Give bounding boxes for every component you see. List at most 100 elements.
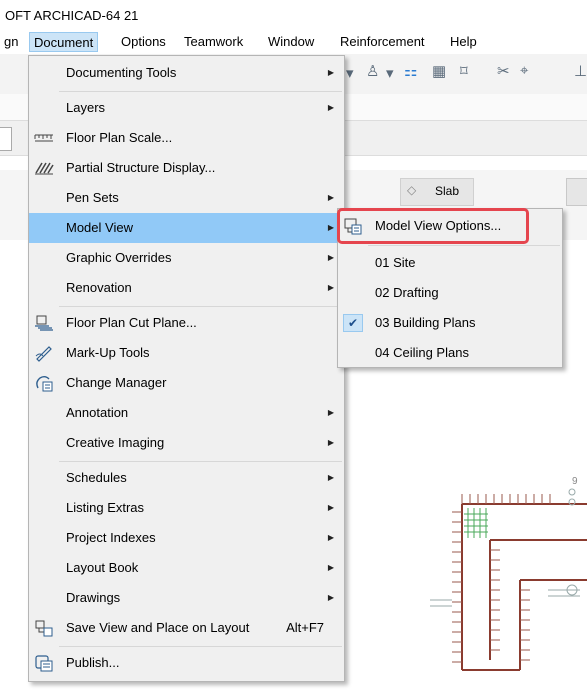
menu-item-partial-structure-display[interactable]: Partial Structure Display... (29, 153, 344, 183)
magic-wand-icon[interactable]: ⌖ (520, 62, 528, 79)
menu-item-publish[interactable]: Publish... (29, 648, 344, 678)
menu-item-renovation[interactable]: Renovation ▶ (29, 273, 344, 303)
menu-item-label: Renovation (66, 280, 132, 295)
menu-item-01-site[interactable]: 01 Site (338, 248, 562, 278)
menu-item-label: 04 Ceiling Plans (375, 345, 469, 360)
menu-item-label: Pen Sets (66, 190, 119, 205)
submenu-arrow-icon: ▶ (327, 503, 334, 512)
menu-item-save-view-and-place-on-layout[interactable]: Save View and Place on Layout Alt+F7 (29, 613, 344, 643)
markup-icon (34, 344, 54, 362)
menu-separator (59, 646, 342, 647)
tool-button[interactable] (566, 178, 587, 206)
cut-plane-icon (34, 314, 54, 332)
submenu-arrow-icon: ▶ (327, 253, 334, 262)
submenu-arrow-icon: ▶ (327, 103, 334, 112)
menu-item-label: 03 Building Plans (375, 315, 476, 330)
menu-item-label: Layout Book (66, 560, 139, 575)
menu-item-label: Listing Extras (66, 500, 145, 515)
menu-item-schedules[interactable]: Schedules ▶ (29, 463, 344, 493)
grid-number-icon[interactable]: ▦ (432, 62, 446, 80)
scissors-icon[interactable]: ✂ (497, 62, 510, 80)
publish-icon (34, 654, 54, 672)
menu-item-layers[interactable]: Layers ▶ (29, 93, 344, 123)
change-manager-icon (34, 374, 54, 392)
slab-label: Slab (435, 184, 460, 198)
menu-item-label: Floor Plan Scale... (66, 130, 173, 145)
menu-item-label: Floor Plan Cut Plane... (66, 315, 197, 330)
ruler-icon[interactable]: ⊥ (574, 62, 587, 80)
menu-item-04-ceiling-plans[interactable]: 04 Ceiling Plans (338, 338, 562, 368)
menu-item-mark-up-tools[interactable]: Mark-Up Tools (29, 338, 344, 368)
partial-structure-icon (34, 159, 54, 177)
menu-separator (59, 91, 342, 92)
highlight-callout-box (337, 208, 529, 244)
menu-item-listing-extras[interactable]: Listing Extras ▶ (29, 493, 344, 523)
menu-item-label: Save View and Place on Layout (66, 620, 250, 635)
menu-item-shortcut: Alt+F7 (286, 620, 324, 635)
menu-item-label: Annotation (66, 405, 129, 420)
submenu-arrow-icon: ▶ (327, 68, 334, 77)
menu-item-label: Change Manager (66, 375, 167, 390)
dropdown-arrow-icon[interactable]: ▾ (346, 64, 354, 82)
menubar-item-design[interactable]: gn (0, 32, 22, 52)
menubar-item-document[interactable]: Document (29, 32, 99, 52)
menu-item-label: Documenting Tools (66, 65, 177, 80)
tab-handle[interactable] (0, 127, 12, 151)
slab-tool-button[interactable]: ◇ Slab (400, 178, 474, 206)
submenu-arrow-icon: ▶ (327, 438, 334, 447)
dropdown-arrow-icon[interactable]: ▾ (386, 64, 394, 82)
menu-item-label: Graphic Overrides (66, 250, 172, 265)
menu-item-02-drafting[interactable]: 02 Drafting (338, 278, 562, 308)
layer-snap-icon[interactable]: ⚏ (404, 62, 417, 80)
menubar-item-reinforcement[interactable]: Reinforcement (336, 32, 429, 52)
menubar-item-options[interactable]: Options (117, 32, 170, 52)
menu-item-model-view[interactable]: Model View ▶ (29, 213, 344, 243)
menu-item-label: Drawings (66, 590, 121, 605)
cross-snap-icon[interactable]: ⌑ (460, 62, 468, 80)
menu-item-annotation[interactable]: Annotation ▶ (29, 398, 344, 428)
menubar-item-window[interactable]: Window (264, 32, 318, 52)
menu-item-03-building-plans[interactable]: ✔ 03 Building Plans (338, 308, 562, 338)
menu-item-project-indexes[interactable]: Project Indexes ▶ (29, 523, 344, 553)
menu-item-floor-plan-scale[interactable]: Floor Plan Scale... (29, 123, 344, 153)
menu-item-label: Project Indexes (66, 530, 156, 545)
person-icon[interactable]: ♙ (366, 62, 379, 80)
menu-separator (59, 461, 342, 462)
menu-item-change-manager[interactable]: Change Manager (29, 368, 344, 398)
menu-separator (59, 306, 342, 307)
menubar-item-help[interactable]: Help (446, 32, 481, 52)
menubar-item-teamwork[interactable]: Teamwork (180, 32, 247, 52)
menu-item-pen-sets[interactable]: Pen Sets ▶ (29, 183, 344, 213)
menu-item-label: 01 Site (375, 255, 416, 270)
menu-item-floor-plan-cut-plane[interactable]: Floor Plan Cut Plane... (29, 308, 344, 338)
save-view-icon (34, 619, 54, 637)
menu-item-label: Partial Structure Display... (66, 160, 216, 175)
menu-item-drawings[interactable]: Drawings ▶ (29, 583, 344, 613)
menu-item-label: Model View (66, 220, 133, 235)
window-title: OFT ARCHICAD-64 21 (5, 8, 139, 23)
submenu-arrow-icon: ▶ (327, 473, 334, 482)
submenu-arrow-icon: ▶ (327, 593, 334, 602)
title-bar: OFT ARCHICAD-64 21 (0, 0, 587, 28)
submenu-arrow-icon: ▶ (327, 533, 334, 542)
menu-item-label: Schedules (66, 470, 127, 485)
submenu-arrow-icon: ▶ (327, 563, 334, 572)
svg-text:9: 9 (572, 476, 578, 487)
menu-item-label: Creative Imaging (66, 435, 165, 450)
menu-item-label: Publish... (66, 655, 120, 670)
menu-item-documenting-tools[interactable]: Documenting Tools ▶ (29, 58, 344, 88)
menu-item-graphic-overrides[interactable]: Graphic Overrides ▶ (29, 243, 344, 273)
submenu-arrow-icon: ▶ (327, 223, 334, 232)
floor-plan-scale-icon (34, 129, 54, 147)
submenu-arrow-icon: ▶ (327, 283, 334, 292)
menu-item-label: 02 Drafting (375, 285, 439, 300)
submenu-arrow-icon: ▶ (327, 408, 334, 417)
document-menu: Documenting Tools ▶ Layers ▶ Floor Plan … (28, 55, 345, 682)
menu-item-creative-imaging[interactable]: Creative Imaging ▶ (29, 428, 344, 458)
checkmark-icon: ✔ (343, 314, 363, 332)
menu-separator (368, 245, 560, 246)
menu-item-label: Mark-Up Tools (66, 345, 150, 360)
menu-item-layout-book[interactable]: Layout Book ▶ (29, 553, 344, 583)
slab-icon: ◇ (407, 183, 417, 197)
submenu-arrow-icon: ▶ (327, 193, 334, 202)
